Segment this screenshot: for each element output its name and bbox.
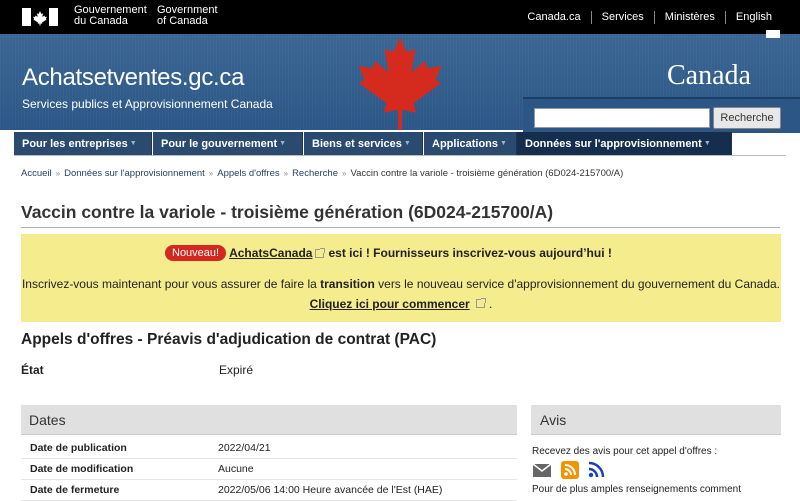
breadcrumb: Accueil» Données sur l'approvisionnement»… — [21, 168, 623, 179]
nav-item-entreprises[interactable]: Pour les entreprises ▼ — [14, 132, 152, 156]
nav-label: Pour le gouvernement — [161, 138, 278, 150]
avis-title: Avis — [540, 412, 567, 428]
row-label: Date de fermeture — [30, 484, 120, 496]
nav-item-biens-services[interactable]: Biens et services ▼ — [304, 132, 423, 156]
nav-label: Données sur l'approvisionnement — [525, 138, 702, 150]
section-title: Appels d'offres - Préavis d'adjudication… — [21, 331, 437, 348]
notice-text: Inscrivez-vous maintenant pour vous assu… — [21, 277, 317, 291]
avis-panel-header: Avis — [531, 405, 781, 435]
link-canada-ca[interactable]: Canada.ca — [517, 11, 590, 24]
link-services[interactable]: Services — [590, 10, 654, 24]
row-label: Date de publication — [30, 442, 127, 454]
notice-body: Inscrivez-vous maintenant pour vous assu… — [21, 274, 781, 314]
nav-item-donnees[interactable]: Données sur l'approvisionnement ▼ — [517, 132, 732, 156]
table-row: Date de publication 2022/04/21 — [21, 438, 517, 459]
breadcrumb-donnees[interactable]: Données sur l'approvisionnement — [64, 168, 205, 179]
breadcrumb-recherche[interactable]: Recherche — [292, 168, 338, 179]
maple-leaf-icon — [358, 37, 442, 130]
chevron-down-icon: ▼ — [703, 140, 711, 147]
link-ministeres[interactable]: Ministères — [653, 10, 725, 24]
avis-text: Recevez des avis pour cet appel d'offres… — [532, 446, 718, 457]
state-label: État — [21, 363, 44, 377]
avis-icons — [532, 460, 612, 480]
chevron-down-icon: ▼ — [279, 140, 287, 147]
breadcrumb-accueil[interactable]: Accueil — [21, 168, 52, 179]
nav-label: Applications — [432, 138, 499, 150]
external-link-icon — [476, 298, 487, 308]
site-name[interactable]: Achatsetventes.gc.ca — [22, 64, 244, 92]
nav-label: Pour les entreprises — [22, 138, 128, 150]
chevron-down-icon: ▼ — [500, 140, 507, 147]
row-value: 2022/05/06 14:00 Heure avancée de l'Est … — [218, 484, 443, 496]
row-value: Aucune — [218, 463, 254, 475]
main-navigation: Pour les entreprises ▼ Pour le gouverneme… — [0, 132, 800, 156]
state-value: Expiré — [219, 363, 254, 377]
achatscanada-link[interactable]: AchatsCanada — [229, 246, 312, 260]
get-started-link[interactable]: Cliquez ici pour commencer — [310, 297, 470, 311]
email-icon[interactable] — [532, 460, 552, 480]
chevron-right-icon: » — [208, 169, 214, 178]
dates-panel-header: Dates — [21, 405, 517, 435]
nav-label: Biens et services — [312, 138, 402, 150]
chevron-right-icon: » — [55, 169, 61, 178]
site-subtitle: Services publics et Approvisionnement Ca… — [22, 97, 273, 111]
wordmark-flag-icon — [766, 30, 780, 38]
link-english[interactable]: English — [724, 10, 782, 24]
government-name-english: Gouvernement du Canada — [74, 4, 147, 27]
top-links: Canada.ca Services Ministères English — [517, 0, 782, 34]
avis-more-info: Pour de plus amples renseignements comme… — [532, 484, 741, 495]
notice-headline: Nouveau! AchatsCanada est ici ! Fourniss… — [165, 245, 612, 261]
chevron-down-icon: ▼ — [129, 140, 137, 147]
row-label: Date de modification — [30, 463, 134, 475]
chevron-down-icon: ▼ — [403, 140, 411, 147]
breadcrumb-current: Vaccin contre la variole - troisième gén… — [350, 168, 624, 179]
atom-feed-icon[interactable] — [586, 460, 606, 480]
rss-icon[interactable] — [560, 460, 580, 480]
government-top-bar: Gouvernement du Canada Government of Can… — [0, 0, 800, 34]
nav-item-gouvernement[interactable]: Pour le gouvernement ▼ — [153, 132, 303, 156]
nav-divider — [14, 155, 786, 156]
government-name-french: Government of Canada — [157, 4, 218, 27]
search-input[interactable] — [534, 108, 710, 128]
notice-emphasis: transition — [320, 277, 375, 291]
table-row: Date de fermeture 2022/05/06 14:00 Heure… — [21, 480, 517, 501]
table-row: Date de modification Aucune — [21, 459, 517, 480]
breadcrumb-appels[interactable]: Appels d'offres — [217, 168, 279, 179]
new-badge: Nouveau! — [165, 245, 227, 261]
row-value: 2022/04/21 — [218, 442, 271, 454]
notice-banner: Nouveau! AchatsCanada est ici ! Fourniss… — [21, 234, 781, 322]
notice-headline-text: est ici ! Fournisseurs inscrivez-vous au… — [328, 246, 612, 260]
nav-item-applications[interactable]: Applications ▼ — [424, 132, 517, 156]
notice-text: vers le nouveau service d'approvisionnem… — [378, 277, 781, 291]
canada-flag-icon — [22, 8, 58, 26]
page-title: Vaccin contre la variole - troisième gén… — [21, 202, 554, 222]
chevron-right-icon: » — [342, 169, 347, 178]
chevron-right-icon: » — [283, 169, 289, 178]
title-divider — [21, 227, 780, 228]
canada-wordmark: Canada — [667, 60, 751, 91]
search-button[interactable]: Recherche — [713, 107, 781, 129]
notice-period: . — [489, 297, 493, 311]
external-link-icon — [315, 247, 326, 258]
dates-title: Dates — [29, 412, 66, 428]
